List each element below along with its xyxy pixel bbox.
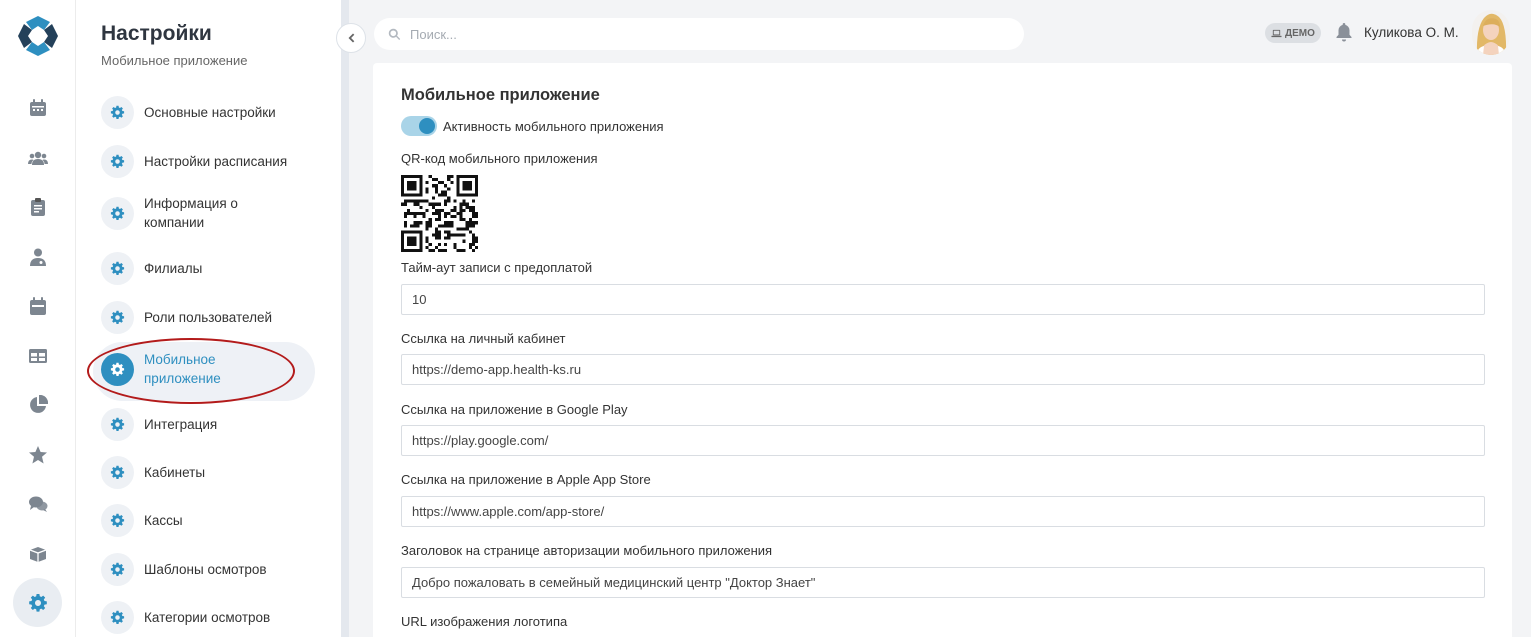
toggle-knob (419, 118, 435, 134)
menu-item-cabinets[interactable]: Кабинеты (101, 456, 316, 489)
gear-icon (101, 252, 134, 285)
menu-item-label: Интеграция (144, 417, 218, 432)
gear-icon (101, 456, 134, 489)
notifications-bell-icon[interactable] (1335, 22, 1355, 44)
users-icon[interactable] (26, 146, 50, 170)
google-play-label: Ссылка на приложение в Google Play (401, 402, 628, 417)
gear-icon (101, 601, 134, 634)
menu-item-branches[interactable]: Филиалы (101, 252, 316, 285)
menu-item-schedule-settings[interactable]: Настройки расписания (101, 145, 316, 178)
logo-url-label: URL изображения логотипа (401, 614, 568, 629)
auth-header-label: Заголовок на странице авторизации мобиль… (401, 543, 773, 558)
menu-item-label: Настройки расписания (144, 154, 288, 169)
search-icon (388, 28, 401, 40)
gear-icon (101, 408, 134, 441)
mobile-app-active-toggle[interactable] (401, 116, 437, 136)
gear-icon (101, 196, 134, 230)
menu-item-label: Кассы (144, 513, 183, 528)
toggle-label: Активность мобильного приложения (443, 119, 664, 134)
gear-icon (101, 504, 134, 537)
table-icon[interactable] (26, 344, 50, 368)
timeout-label: Тайм-аут записи с предоплатой (401, 260, 593, 275)
gear-icon (101, 96, 134, 129)
star-icon[interactable] (26, 443, 50, 467)
app-store-label: Ссылка на приложение в Apple App Store (401, 472, 651, 487)
panel-divider (341, 0, 349, 637)
pie-chart-icon[interactable] (26, 393, 50, 417)
menu-item-label: Кабинеты (144, 465, 206, 480)
annotation-ellipse (87, 338, 295, 404)
qr-label: QR-код мобильного приложения (401, 151, 598, 166)
user-name[interactable]: Куликова О. М. (1364, 25, 1459, 40)
app-store-input[interactable]: https://www.apple.com/app-store/ (401, 496, 1485, 527)
cabinet-link-label: Ссылка на личный кабинет (401, 331, 566, 346)
menu-subtitle: Мобильное приложение (101, 53, 248, 68)
menu-item-cash-desks[interactable]: Кассы (101, 504, 316, 537)
icon-rail (0, 0, 76, 637)
menu-item-integration[interactable]: Интеграция (101, 408, 316, 441)
app-logo[interactable] (16, 14, 60, 58)
menu-item-user-roles[interactable]: Роли пользователей (101, 301, 316, 334)
menu-item-label: Филиалы (144, 261, 203, 276)
demo-badge-label: ДЕМО (1285, 27, 1315, 39)
gear-icon (101, 301, 134, 334)
settings-menu: Настройки Мобильное приложение Основные … (77, 0, 341, 637)
timeout-input[interactable]: 10 (401, 284, 1485, 315)
chevron-left-icon (348, 33, 355, 43)
gear-icon (101, 553, 134, 586)
menu-item-exam-categories[interactable]: Категории осмотров (101, 601, 316, 634)
doctor-icon[interactable] (26, 245, 50, 269)
chat-icon[interactable] (26, 492, 50, 516)
demo-badge: ДЕМО (1265, 23, 1321, 43)
search-bar[interactable] (374, 18, 1024, 50)
menu-item-company-info[interactable]: Информация о компании (101, 194, 276, 232)
menu-item-label: Категории осмотров (144, 610, 271, 625)
menu-item-label: Роли пользователей (144, 310, 273, 325)
schedule-icon[interactable] (26, 294, 50, 318)
auth-header-input[interactable]: Добро пожаловать в семейный медицинский … (401, 567, 1485, 598)
cabinet-link-input[interactable]: https://demo-app.health-ks.ru (401, 354, 1485, 385)
menu-item-label: Информация о компании (144, 196, 238, 230)
settings-rail-button[interactable] (13, 578, 62, 627)
menu-item-label: Шаблоны осмотров (144, 562, 267, 577)
laptop-icon (1271, 29, 1282, 37)
qr-code-image (401, 175, 478, 252)
gear-icon (28, 593, 47, 612)
collapse-menu-button[interactable] (336, 23, 366, 53)
search-input[interactable] (410, 26, 990, 42)
calendar-icon[interactable] (26, 96, 50, 120)
menu-item-exam-templates[interactable]: Шаблоны осмотров (101, 553, 316, 586)
mobile-app-settings-card: Мобильное приложение Активность мобильно… (373, 63, 1512, 637)
avatar[interactable] (1472, 10, 1510, 55)
card-title: Мобильное приложение (401, 86, 600, 104)
box-icon[interactable] (26, 542, 50, 566)
google-play-input[interactable]: https://play.google.com/ (401, 425, 1485, 456)
gear-icon (101, 145, 134, 178)
main-content: ДЕМО Куликова О. М. Мобильное приложение… (349, 0, 1531, 637)
app-window: Настройки Мобильное приложение Основные … (0, 0, 1531, 637)
menu-item-basic-settings[interactable]: Основные настройки (101, 96, 316, 129)
menu-title: Настройки (101, 22, 212, 45)
menu-item-label: Основные настройки (144, 105, 276, 120)
clipboard-icon[interactable] (26, 195, 50, 219)
